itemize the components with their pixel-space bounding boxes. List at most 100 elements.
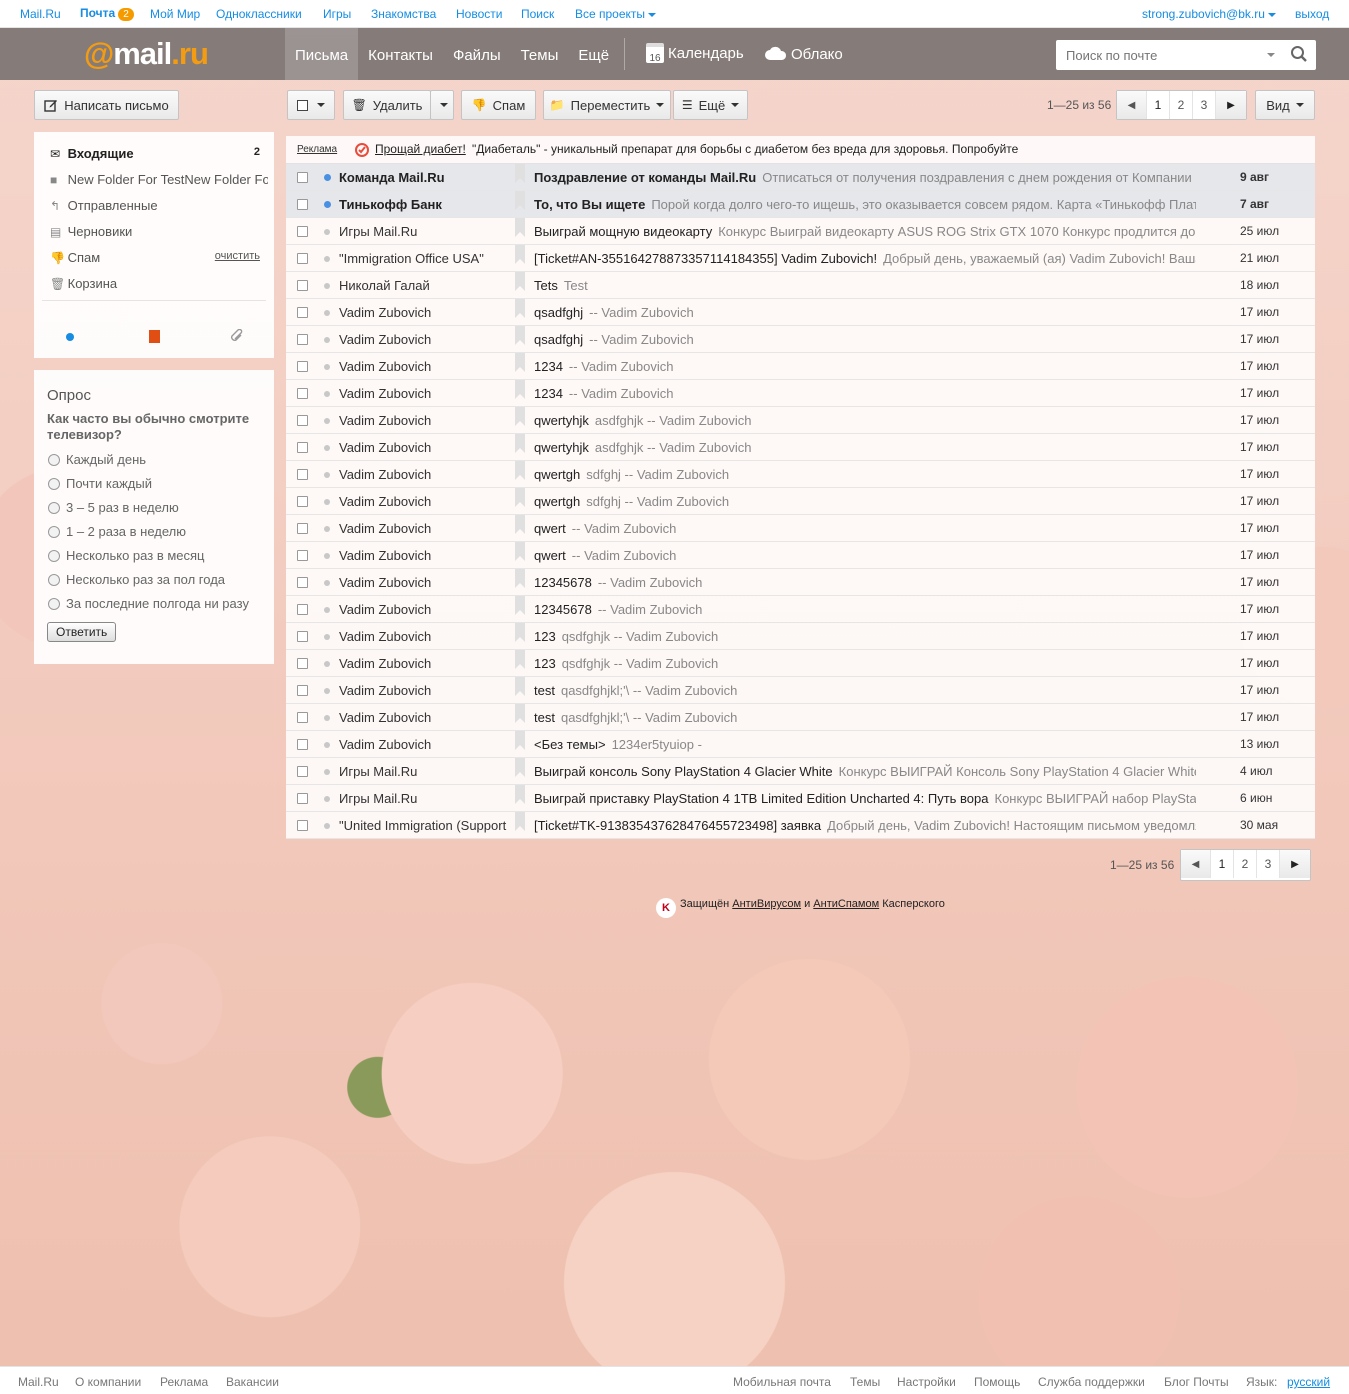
- read-status-icon[interactable]: [324, 201, 331, 208]
- read-status-icon[interactable]: [324, 472, 330, 478]
- message-row[interactable]: "Immigration Office USA" [Ticket#AN-35516…: [286, 245, 1315, 272]
- read-status-icon[interactable]: [324, 823, 330, 829]
- next-page-icon[interactable]: ▶: [1216, 91, 1246, 119]
- view-button[interactable]: Вид: [1255, 90, 1315, 120]
- message-row[interactable]: Vadim Zubovich 123 qsdfghjk -- Vadim Zubov…: [286, 623, 1315, 650]
- message-checkbox[interactable]: [297, 658, 308, 669]
- flag-icon[interactable]: [515, 785, 525, 804]
- message-checkbox[interactable]: [297, 631, 308, 642]
- page-3[interactable]: 3: [1257, 850, 1280, 878]
- message-row[interactable]: Николай Галай Tets Test 18 июл: [286, 272, 1315, 299]
- poll-option[interactable]: Несколько раз в месяц: [48, 548, 205, 563]
- flag-icon[interactable]: [515, 380, 525, 399]
- footer-link[interactable]: Вакансии: [226, 1375, 279, 1389]
- message-row[interactable]: Vadim Zubovich 1234 -- Vadim Zubovich 17 ию…: [286, 353, 1315, 380]
- poll-option[interactable]: 3 – 5 раз в неделю: [48, 500, 179, 515]
- message-checkbox[interactable]: [297, 523, 308, 534]
- logout-link[interactable]: выход: [1295, 7, 1329, 21]
- message-checkbox[interactable]: [297, 793, 308, 804]
- read-status-icon[interactable]: [324, 661, 330, 667]
- message-checkbox[interactable]: [297, 604, 308, 615]
- language-select[interactable]: русский: [1287, 1375, 1330, 1389]
- flag-icon[interactable]: [515, 677, 525, 696]
- tab-files[interactable]: Файлы: [443, 28, 511, 80]
- message-row[interactable]: Vadim Zubovich 12345678 -- Vadim Zubovich 1…: [286, 569, 1315, 596]
- flag-icon[interactable]: [515, 353, 525, 372]
- footer-link[interactable]: Служба поддержки: [1038, 1375, 1145, 1389]
- message-checkbox[interactable]: [297, 766, 308, 777]
- poll-option[interactable]: 1 – 2 раза в неделю: [48, 524, 186, 539]
- message-checkbox[interactable]: [297, 199, 308, 210]
- poll-option[interactable]: Несколько раз за пол года: [48, 572, 225, 587]
- page-1[interactable]: 1: [1147, 91, 1170, 119]
- message-checkbox[interactable]: [297, 685, 308, 696]
- message-checkbox[interactable]: [297, 550, 308, 561]
- flag-icon[interactable]: [515, 731, 525, 750]
- message-row[interactable]: Vadim Zubovich qsadfghj -- Vadim Zubovich 1…: [286, 299, 1315, 326]
- cloud-link[interactable]: Облако: [765, 46, 843, 63]
- flag-icon[interactable]: [515, 569, 525, 588]
- read-status-icon[interactable]: [324, 688, 330, 694]
- search-options-dropdown-icon[interactable]: [1267, 53, 1275, 57]
- clear-spam-link[interactable]: очистить: [215, 250, 260, 262]
- page-2[interactable]: 2: [1170, 91, 1193, 119]
- message-row[interactable]: Vadim Zubovich qwertgh sdfghj -- Vadim Zub…: [286, 488, 1315, 515]
- tab-letters[interactable]: Письма: [285, 28, 359, 80]
- flag-icon[interactable]: [515, 164, 525, 183]
- message-row[interactable]: Игры Mail.Ru Выиграй приставку PlayStatio…: [286, 785, 1315, 812]
- flag-icon[interactable]: [515, 488, 525, 507]
- tab-themes[interactable]: Темы: [511, 28, 569, 80]
- message-row[interactable]: Команда Mail.Ru Поздравление от команды M…: [286, 164, 1315, 191]
- read-status-icon[interactable]: [324, 283, 330, 289]
- read-status-icon[interactable]: [324, 337, 330, 343]
- read-status-icon[interactable]: [324, 607, 330, 613]
- flag-icon[interactable]: [515, 461, 525, 480]
- read-status-icon[interactable]: [324, 742, 330, 748]
- message-checkbox[interactable]: [297, 415, 308, 426]
- folder-trash[interactable]: 🗑 Корзина: [50, 276, 268, 291]
- read-status-icon[interactable]: [324, 229, 330, 235]
- read-status-icon[interactable]: [324, 418, 330, 424]
- prev-page-icon[interactable]: ◀: [1181, 850, 1211, 878]
- message-checkbox[interactable]: [297, 469, 308, 480]
- footer-link[interactable]: Мобильная почта: [733, 1375, 831, 1389]
- flag-icon[interactable]: [515, 326, 525, 345]
- flag-icon[interactable]: [515, 245, 525, 264]
- search-icon[interactable]: [1290, 45, 1308, 63]
- filter-attachment-icon[interactable]: [230, 329, 244, 343]
- folder-spam[interactable]: 👎 Спам очистить: [50, 250, 268, 265]
- poll-option[interactable]: Каждый день: [48, 452, 146, 467]
- footer-link[interactable]: Помощь: [974, 1375, 1020, 1389]
- message-checkbox[interactable]: [297, 712, 308, 723]
- search-input[interactable]: [1056, 40, 1256, 70]
- message-checkbox[interactable]: [297, 280, 308, 291]
- topnav-odnoklassniki[interactable]: Одноклассники: [216, 7, 302, 21]
- message-row[interactable]: Vadim Zubovich qwertyhjk asdfghjk -- Vadim…: [286, 434, 1315, 461]
- delete-button[interactable]: 🗑 Удалить: [343, 90, 431, 120]
- footer-link[interactable]: Блог Почты: [1164, 1375, 1229, 1389]
- flag-icon[interactable]: [515, 650, 525, 669]
- topnav-news[interactable]: Новости: [456, 7, 502, 21]
- flag-icon[interactable]: [515, 272, 525, 291]
- page-2[interactable]: 2: [1234, 850, 1257, 878]
- message-row[interactable]: Тинькофф Банк То, что Вы ищете Порой когда…: [286, 191, 1315, 218]
- message-row[interactable]: Vadim Zubovich test qasdfghjkl;'\ -- Vadim…: [286, 677, 1315, 704]
- read-status-icon[interactable]: [324, 580, 330, 586]
- folder-sent[interactable]: ↰ Отправленные: [50, 198, 268, 213]
- message-row[interactable]: Игры Mail.Ru Выиграй мощную видеокарту Кон…: [286, 218, 1315, 245]
- flag-icon[interactable]: [515, 758, 525, 777]
- filter-unread-icon[interactable]: [66, 333, 74, 341]
- poll-submit-button[interactable]: Ответить: [47, 622, 117, 642]
- ad-row[interactable]: Реклама Прощай диабет! "Диабеталь" - уни…: [286, 136, 1315, 164]
- delete-options-dropdown[interactable]: [430, 90, 454, 120]
- message-row[interactable]: Vadim Zubovich test qasdfghjkl;'\ -- Vadim…: [286, 704, 1315, 731]
- topnav-dating[interactable]: Знакомства: [371, 7, 436, 21]
- prev-page-icon[interactable]: ◀: [1117, 91, 1147, 119]
- compose-button[interactable]: Написать письмо: [34, 90, 179, 120]
- message-row[interactable]: Vadim Zubovich 12345678 -- Vadim Zubovich 1…: [286, 596, 1315, 623]
- page-1[interactable]: 1: [1211, 850, 1234, 878]
- footer-link[interactable]: Настройки: [897, 1375, 956, 1389]
- message-row[interactable]: Игры Mail.Ru Выиграй консоль Sony PlaySta…: [286, 758, 1315, 785]
- folder-custom[interactable]: ■ New Folder For TestNew Folder For Test: [50, 172, 268, 187]
- message-checkbox[interactable]: [297, 172, 308, 183]
